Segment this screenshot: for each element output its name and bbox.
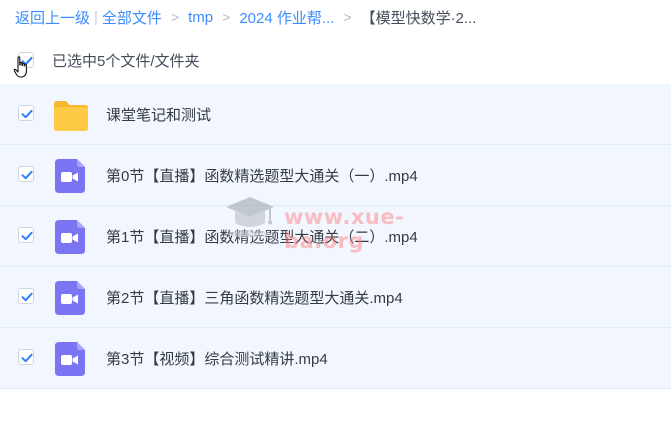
row-checkbox[interactable]	[18, 349, 34, 365]
file-name[interactable]: 课堂笔记和测试	[106, 104, 211, 125]
row-checkbox[interactable]	[18, 288, 34, 304]
video-file-icon	[55, 220, 85, 254]
file-name[interactable]: 第2节【直播】三角函数精选题型大通关.mp4	[106, 287, 403, 308]
back-link[interactable]: 返回上一级	[15, 7, 90, 28]
hand-cursor-icon	[13, 56, 27, 78]
row-checkbox[interactable]	[18, 166, 34, 182]
checkmark-icon	[21, 109, 33, 119]
row-checkbox[interactable]	[18, 227, 34, 243]
selection-header: 已选中5个文件/文件夹	[0, 44, 671, 76]
breadcrumb-chevron-icon: >	[343, 9, 352, 25]
breadcrumb-chevron-icon: >	[170, 9, 180, 25]
video-file-icon	[55, 159, 85, 193]
breadcrumb-chevron-icon: >	[222, 9, 231, 25]
checkmark-icon	[21, 292, 33, 302]
file-name[interactable]: 第0节【直播】函数精选题型大通关（一）.mp4	[106, 165, 418, 186]
breadcrumb-divider: |	[94, 8, 98, 26]
breadcrumb-item-tmp[interactable]: tmp	[188, 9, 213, 26]
file-row[interactable]: 第1节【直播】函数精选题型大通关（二）.mp4	[0, 206, 671, 267]
file-row[interactable]: 第2节【直播】三角函数精选题型大通关.mp4	[0, 267, 671, 328]
file-name[interactable]: 第3节【视频】综合测试精讲.mp4	[106, 348, 328, 369]
breadcrumb: 返回上一级 | 全部文件 > tmp > 2024 作业帮... > 【模型快数…	[15, 6, 476, 28]
checkmark-icon	[21, 353, 33, 363]
file-row[interactable]: 课堂笔记和测试	[0, 84, 671, 145]
checkmark-icon	[21, 231, 33, 241]
file-name[interactable]: 第1节【直播】函数精选题型大通关（二）.mp4	[106, 226, 418, 247]
breadcrumb-item-all-files[interactable]: 全部文件	[102, 7, 162, 28]
file-browser: 返回上一级 | 全部文件 > tmp > 2024 作业帮... > 【模型快数…	[0, 0, 671, 436]
video-file-icon	[55, 342, 85, 376]
video-file-icon	[55, 281, 85, 315]
breadcrumb-current: 【模型快数学·2...	[360, 9, 477, 27]
selection-count-label: 已选中5个文件/文件夹	[52, 53, 200, 70]
folder-icon	[54, 101, 88, 131]
file-list: 课堂笔记和测试 第0节【直播】函数精选题型大通关（一）.mp4 第1节【直播】函…	[0, 84, 671, 389]
breadcrumb-item-2024[interactable]: 2024 作业帮...	[239, 7, 334, 28]
file-row[interactable]: 第3节【视频】综合测试精讲.mp4	[0, 328, 671, 389]
row-checkbox[interactable]	[18, 105, 34, 121]
file-row[interactable]: 第0节【直播】函数精选题型大通关（一）.mp4	[0, 145, 671, 206]
checkmark-icon	[21, 170, 33, 180]
